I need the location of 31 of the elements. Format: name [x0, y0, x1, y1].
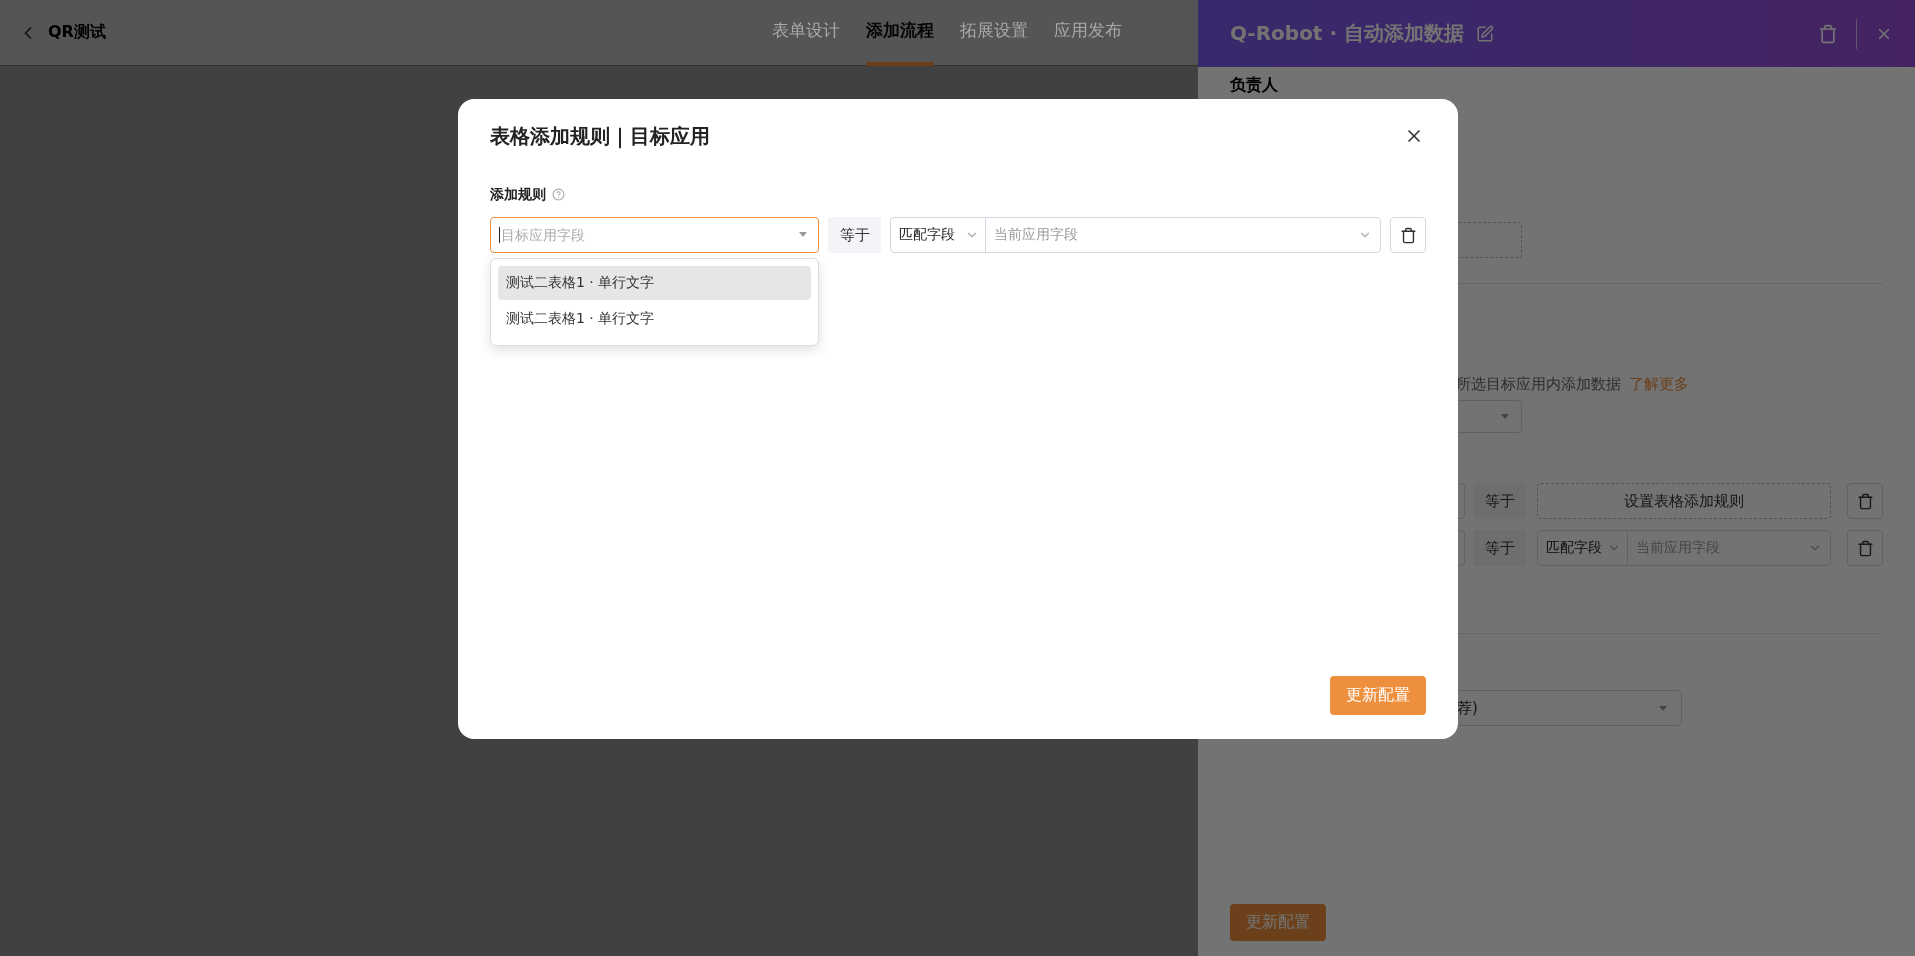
trash-icon: [1856, 539, 1874, 557]
select-value: 荐): [1457, 698, 1478, 718]
nav-tab[interactable]: 拓展设置: [960, 0, 1028, 66]
trash-icon: [1399, 226, 1417, 244]
rule-label: 添加规则: [490, 185, 546, 203]
operator-label: 等于: [1473, 483, 1526, 519]
dialog-title: 表格添加规则｜目标应用: [490, 123, 710, 151]
operator-label: 等于: [1473, 530, 1526, 566]
help-icon[interactable]: [552, 187, 565, 201]
delete-button[interactable]: [1390, 217, 1426, 253]
nav-tab[interactable]: 应用发布: [1054, 0, 1122, 66]
info-text: 所选目标应用内添加数据: [1456, 374, 1621, 394]
edit-icon[interactable]: [1475, 24, 1494, 43]
learn-more-link[interactable]: 了解更多: [1629, 374, 1689, 394]
update-button[interactable]: 更新配置: [1230, 904, 1326, 941]
caret-icon: [1659, 705, 1667, 711]
nav-tab[interactable]: 表单设计: [772, 0, 840, 66]
dropdown-option[interactable]: 测试二表格1 · 单行文字: [498, 266, 811, 300]
operator-label: 等于: [828, 217, 881, 253]
caret-icon: [1501, 414, 1509, 419]
trash-icon[interactable]: [1818, 23, 1838, 44]
app-title: QR测试: [48, 22, 106, 43]
owner-label: 负责人: [1230, 75, 1278, 95]
update-button[interactable]: 更新配置: [1330, 676, 1426, 715]
target-field-select[interactable]: 目标应用字段: [490, 217, 819, 253]
trash-icon: [1856, 492, 1874, 510]
nav-tab[interactable]: 添加流程: [866, 0, 934, 66]
caret-icon: [799, 232, 807, 237]
set-rule-button[interactable]: 设置表格添加规则: [1537, 483, 1831, 519]
drawer-title: Q-Robot · 自动添加数据: [1230, 20, 1464, 47]
text-cursor: [499, 227, 500, 243]
